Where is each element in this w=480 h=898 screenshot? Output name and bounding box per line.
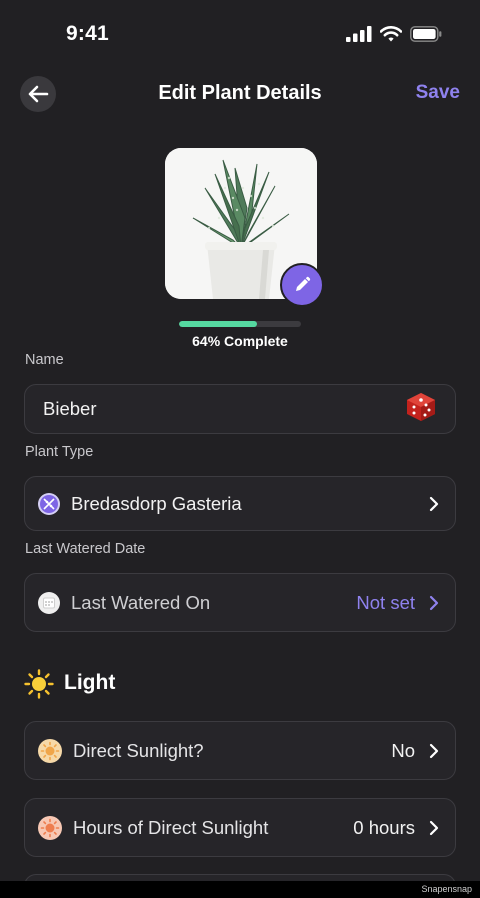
chevron-right-icon: [429, 595, 439, 610]
edit-photo-button[interactable]: [280, 263, 324, 307]
hours-sunlight-value: 0 hours: [353, 816, 415, 838]
status-icons: [346, 26, 442, 42]
chevron-right-icon: [429, 743, 439, 758]
light-section-title: Light: [64, 671, 116, 694]
hours-sunlight-field[interactable]: Hours of Direct Sunlight 0 hours: [24, 798, 456, 857]
plant-type-field[interactable]: Bredasdorp Gasteria: [24, 476, 456, 531]
last-watered-title: Last Watered On: [71, 591, 211, 613]
wifi-icon: [380, 26, 402, 42]
watermark: Snapensnap: [421, 884, 472, 894]
direct-sunlight-value: No: [391, 739, 415, 761]
completion-progress-label: 64% Complete: [192, 333, 288, 349]
dice-icon: [407, 392, 435, 421]
name-value: Bieber: [43, 398, 97, 419]
name-label: Name: [25, 352, 64, 368]
battery-icon: [410, 26, 442, 42]
last-watered-value: Not set: [356, 591, 415, 613]
bottom-bar: [0, 881, 480, 898]
pencil-icon: [296, 276, 311, 291]
chevron-right-icon: [429, 820, 439, 835]
completion-progress-fill: [179, 321, 258, 327]
save-button[interactable]: Save: [416, 82, 460, 104]
hours-sunlight-label: Hours of Direct Sunlight: [73, 816, 269, 838]
sunlight-hours-icon: [37, 815, 63, 841]
randomize-name-button[interactable]: [404, 391, 438, 428]
page-title: Edit Plant Details: [158, 82, 322, 104]
name-field[interactable]: Bieber: [24, 384, 456, 434]
chevron-right-icon: [429, 496, 439, 511]
last-watered-field[interactable]: Last Watered On Not set: [24, 573, 456, 632]
last-watered-label: Last Watered Date: [25, 541, 146, 557]
sunlight-icon: [37, 738, 63, 764]
signal-icon: [346, 26, 372, 42]
status-time: 9:41: [66, 22, 109, 45]
direct-sunlight-label: Direct Sunlight?: [73, 739, 204, 761]
calendar-icon: [37, 591, 61, 615]
direct-sunlight-field[interactable]: Direct Sunlight? No: [24, 721, 456, 780]
plant-type-value: Bredasdorp Gasteria: [71, 492, 242, 514]
dna-icon: [37, 492, 61, 516]
completion-progress-bar: [179, 321, 301, 327]
sun-icon: [24, 669, 54, 704]
plant-type-label: Plant Type: [25, 444, 94, 460]
